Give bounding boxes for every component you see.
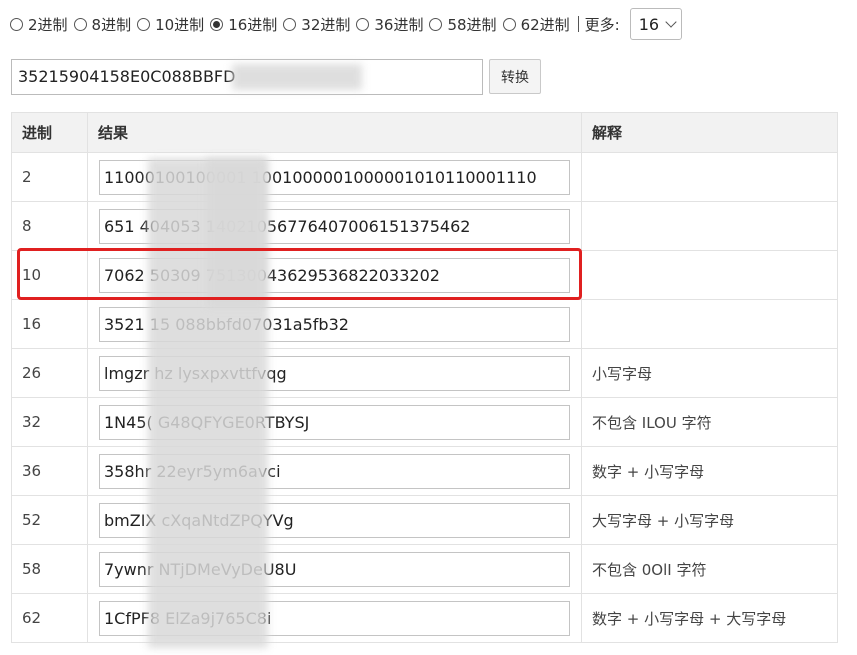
radio-circle[interactable] bbox=[10, 17, 23, 31]
radio-label: 10进制 bbox=[155, 15, 205, 34]
number-input[interactable]: 35215904158E0C088BBFD bbox=[11, 59, 483, 95]
radio-label: 16进制 bbox=[228, 15, 278, 34]
row-note bbox=[581, 299, 838, 349]
more-label: 更多: bbox=[584, 15, 620, 34]
row-base: 58 bbox=[11, 544, 88, 594]
radio-circle[interactable] bbox=[502, 17, 516, 31]
divider bbox=[577, 16, 579, 32]
radio-circle[interactable] bbox=[283, 17, 297, 31]
row-note: 数字 + 小写字母 + 大写字母 bbox=[581, 593, 838, 643]
radio-base-32[interactable]: 32进制 bbox=[283, 14, 350, 35]
table-row: 52 bmZIX cXqaNtdZPQYVg 大写字母 + 小写字母 bbox=[11, 495, 838, 545]
result-field[interactable]: 11000100100001 1001000001000001010110001… bbox=[99, 159, 570, 195]
row-base: 26 bbox=[11, 348, 88, 398]
radio-base-62[interactable]: 62进制 bbox=[502, 14, 570, 35]
results-table: 进制 结果 解释 2 11000100100001 10010000010000… bbox=[11, 112, 838, 643]
row-note: 大写字母 + 小写字母 bbox=[581, 495, 838, 545]
result-field[interactable]: 651 404053 14021056776407006151375462 bbox=[99, 208, 570, 244]
result-field[interactable]: 358hr 22eyr5ym6avci bbox=[99, 453, 570, 489]
result-field[interactable]: 1CfPF8 ElZa9j765C8i bbox=[99, 600, 570, 636]
radio-base-10[interactable]: 10进制 bbox=[137, 14, 204, 35]
radio-base-2[interactable]: 2进制 bbox=[10, 14, 68, 35]
row-base: 2 bbox=[11, 152, 88, 202]
row-note: 数字 + 小写字母 bbox=[581, 446, 838, 496]
row-note bbox=[581, 152, 838, 202]
radio-circle[interactable] bbox=[429, 17, 443, 31]
row-base: 10 bbox=[11, 250, 88, 300]
convert-button[interactable]: 转换 bbox=[489, 59, 541, 94]
more-select-value: 16 bbox=[638, 14, 660, 34]
radio-base-36[interactable]: 36进制 bbox=[356, 14, 423, 35]
radio-circle[interactable] bbox=[356, 17, 370, 31]
row-note bbox=[581, 250, 838, 300]
table-row: 8 651 404053 14021056776407006151375462 bbox=[11, 201, 838, 251]
table-row: 58 7ywnr NTjDMeVyDeU8U 不包含 0OlI 字符 bbox=[11, 544, 838, 594]
table-row: 62 1CfPF8 ElZa9j765C8i 数字 + 小写字母 + 大写字母 bbox=[11, 593, 838, 643]
table-row: 26 lmgzr hz lysxpxvttfvqg 小写字母 bbox=[11, 348, 838, 398]
radio-circle-checked[interactable] bbox=[210, 17, 224, 31]
row-base: 32 bbox=[11, 397, 88, 447]
row-note: 不包含 ILOU 字符 bbox=[581, 397, 838, 447]
radio-base-16[interactable]: 16进制 bbox=[210, 14, 277, 35]
table-row: 2 11000100100001 10010000010000010101100… bbox=[11, 152, 838, 202]
radio-base-58[interactable]: 58进制 bbox=[429, 14, 497, 35]
header-result: 结果 bbox=[87, 112, 582, 153]
radio-circle[interactable] bbox=[137, 17, 151, 31]
table-row: 32 1N45( G48QFYGE0RTBYSJ 不包含 ILOU 字符 bbox=[11, 397, 838, 447]
row-base: 8 bbox=[11, 201, 88, 251]
result-field[interactable]: lmgzr hz lysxpxvttfvqg bbox=[99, 355, 570, 391]
radio-circle[interactable] bbox=[73, 17, 87, 31]
table-row: 10 7062 50309 75130043629536822033202 bbox=[11, 250, 838, 300]
radio-label: 58进制 bbox=[447, 15, 497, 34]
row-note: 不包含 0OlI 字符 bbox=[581, 544, 838, 594]
header-base: 进制 bbox=[11, 112, 88, 153]
row-base: 36 bbox=[11, 446, 88, 496]
table-row: 36 358hr 22eyr5ym6avci 数字 + 小写字母 bbox=[11, 446, 838, 496]
radio-label: 8进制 bbox=[91, 15, 132, 34]
result-field[interactable]: 7062 50309 75130043629536822033202 bbox=[99, 257, 570, 293]
header-note: 解释 bbox=[581, 112, 838, 153]
table-row: 16 3521 15 088bbfd07031a5fb32 bbox=[11, 299, 838, 349]
table-header-row: 进制 结果 解释 bbox=[11, 112, 838, 153]
radio-label: 36进制 bbox=[374, 15, 424, 34]
row-base: 16 bbox=[11, 299, 88, 349]
result-field[interactable]: 7ywnr NTjDMeVyDeU8U bbox=[99, 551, 570, 587]
radio-label: 32进制 bbox=[301, 15, 351, 34]
row-note bbox=[581, 201, 838, 251]
radio-label: 62进制 bbox=[520, 15, 570, 34]
chevron-down-icon bbox=[665, 16, 677, 28]
row-base: 52 bbox=[11, 495, 88, 545]
result-field[interactable]: 1N45( G48QFYGE0RTBYSJ bbox=[99, 404, 570, 440]
result-field[interactable]: 3521 15 088bbfd07031a5fb32 bbox=[99, 306, 570, 342]
base-radio-group: 2进制 8进制 10进制 16进制 32进制 36进制 58进制 62进制 更多… bbox=[10, 8, 682, 40]
radio-label: 2进制 bbox=[28, 15, 68, 34]
radio-base-8[interactable]: 8进制 bbox=[73, 14, 132, 35]
result-field[interactable]: bmZIX cXqaNtdZPQYVg bbox=[99, 502, 570, 538]
row-note: 小写字母 bbox=[581, 348, 838, 398]
more-base-select[interactable]: 16 bbox=[629, 8, 682, 40]
row-base: 62 bbox=[11, 593, 88, 643]
